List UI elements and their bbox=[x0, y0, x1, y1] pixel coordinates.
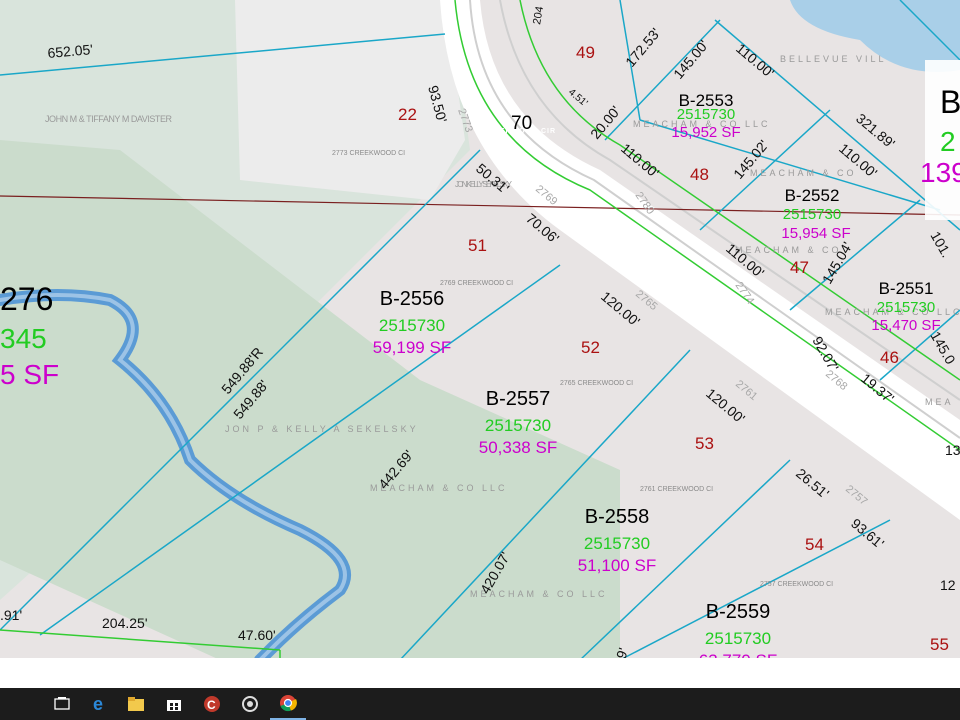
parcel-id: B-2556 bbox=[380, 288, 445, 310]
owner-label: MEA bbox=[925, 397, 954, 407]
lot-number: 51 bbox=[468, 236, 487, 255]
lot-number: 22 bbox=[398, 105, 417, 124]
lot-number: 47 bbox=[790, 258, 809, 277]
address-label: 2761 CREEKWOOD CI bbox=[640, 486, 713, 493]
parcel-b-2553[interactable]: B-2553 2515730 15,952 SF bbox=[671, 91, 740, 141]
parcel-b-2558[interactable]: B-2558 2515730 51,100 SF bbox=[578, 506, 656, 575]
parcel-id: B-2559 bbox=[706, 601, 771, 623]
parcel-id: B-2557 bbox=[486, 388, 551, 410]
chrome-icon[interactable] bbox=[270, 688, 306, 720]
app-icon[interactable] bbox=[232, 688, 268, 720]
task-view-icon[interactable] bbox=[44, 688, 80, 720]
parcel-id: 276 bbox=[0, 281, 53, 317]
parcel-id: B bbox=[940, 84, 960, 120]
lot-number: 55 bbox=[930, 635, 949, 654]
lot-number: 48 bbox=[690, 165, 709, 184]
file-explorer-icon[interactable] bbox=[118, 688, 154, 720]
parcel-area: 139 bbox=[920, 157, 960, 188]
lot-number: 53 bbox=[695, 434, 714, 453]
parcel-area: 5 SF bbox=[0, 359, 59, 390]
parcel-area: 15,470 SF bbox=[871, 317, 940, 334]
dimension-label: 47.60' bbox=[238, 627, 276, 643]
owner-label: JON P & KELLY A SEKELSKY bbox=[225, 424, 419, 434]
address-label: 2757 CREEKWOOD CI bbox=[760, 581, 833, 588]
parcel-area: 15,952 SF bbox=[671, 124, 740, 141]
lot-number: 70 bbox=[511, 113, 532, 134]
parcel-code: 2515730 bbox=[379, 316, 445, 335]
owner-label: MEACHAM & CO bbox=[735, 245, 842, 255]
owner-label: MEACHAM & CO bbox=[750, 168, 857, 178]
windows-taskbar: e C bbox=[0, 688, 960, 720]
parcel-area: 51,100 SF bbox=[578, 556, 656, 575]
dimension-label: .91' bbox=[0, 607, 22, 623]
dimension-label: 12 bbox=[940, 577, 956, 593]
parcel-area: 15,954 SF bbox=[781, 225, 850, 242]
parcel-code: 2515730 bbox=[877, 299, 935, 316]
map-viewer[interactable]: JOHN M & TIFFANY M DAVISTER BELLEVUE VIL… bbox=[0, 0, 960, 720]
parcel-code: 2515730 bbox=[584, 534, 650, 553]
svg-text:e: e bbox=[93, 695, 103, 713]
lot-number: 49 bbox=[576, 43, 595, 62]
owner-label: BELLEVUE VILL bbox=[780, 54, 887, 64]
parcel-map[interactable]: JOHN M & TIFFANY M DAVISTER BELLEVUE VIL… bbox=[0, 0, 960, 720]
parcel-code: 2515730 bbox=[485, 416, 551, 435]
store-icon[interactable] bbox=[156, 688, 192, 720]
parcel-code: 2515730 bbox=[783, 206, 841, 223]
lot-number: 54 bbox=[805, 535, 824, 554]
parcel-id: B-2552 bbox=[785, 186, 840, 205]
edge-icon[interactable]: e bbox=[82, 688, 118, 720]
svg-text:C: C bbox=[207, 698, 216, 712]
address-label: 2769 CREEKWOOD CI bbox=[440, 280, 513, 287]
parcel-area: 50,338 SF bbox=[479, 438, 557, 457]
map-bottom-margin bbox=[0, 658, 960, 688]
parcel-id: B-2551 bbox=[879, 279, 934, 298]
parcel-code: 2515730 bbox=[705, 629, 771, 648]
address-label: 2765 CREEKWOOD CI bbox=[560, 380, 633, 387]
parcel-code: 2515730 bbox=[677, 106, 735, 123]
parcel-code: 2 bbox=[940, 126, 956, 157]
parcel-id: B-2558 bbox=[585, 506, 650, 528]
owner-label: JOHN M & TIFFANY M DAVISTER bbox=[45, 114, 175, 124]
parcel-b-2556[interactable]: B-2556 2515730 59,199 SF bbox=[373, 288, 451, 357]
parcel-b-2557[interactable]: B-2557 2515730 50,338 SF bbox=[479, 388, 557, 457]
parcel-code: 345 bbox=[0, 323, 47, 354]
dimension-label: 204.25' bbox=[102, 615, 148, 631]
address-label: 2773 CREEKWOOD CI bbox=[332, 150, 405, 157]
dimension-label: 13 bbox=[945, 442, 960, 458]
parcel-b-2551[interactable]: B-2551 2515730 15,470 SF bbox=[871, 279, 940, 334]
lot-number: 46 bbox=[880, 348, 899, 367]
ccleaner-icon[interactable]: C bbox=[194, 688, 230, 720]
lot-number: 52 bbox=[581, 338, 600, 357]
parcel-area: 59,199 SF bbox=[373, 338, 451, 357]
